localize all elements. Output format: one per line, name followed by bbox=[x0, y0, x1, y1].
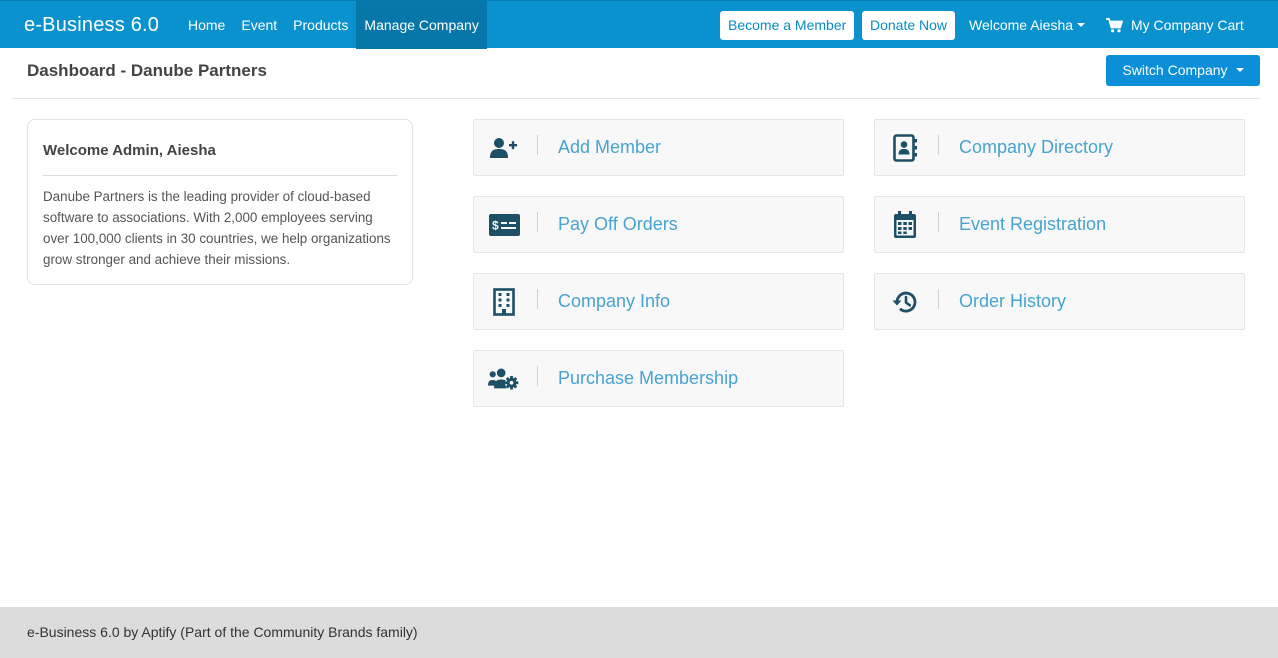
nav-products[interactable]: Products bbox=[285, 1, 356, 49]
nav-home[interactable]: Home bbox=[180, 1, 233, 49]
company-cart-link[interactable]: My Company Cart bbox=[1106, 1, 1244, 49]
top-navbar: e-Business 6.0 Home Event Products Manag… bbox=[0, 0, 1278, 49]
tile-separator bbox=[537, 212, 538, 232]
caret-down-icon bbox=[1077, 23, 1086, 28]
nav-manage-company[interactable]: Manage Company bbox=[356, 1, 487, 49]
nav-event[interactable]: Event bbox=[233, 1, 285, 49]
tile-separator bbox=[537, 366, 538, 386]
tile-label: Event Registration bbox=[959, 214, 1107, 234]
tile-label: Pay Off Orders bbox=[558, 214, 678, 234]
welcome-user-label: Welcome Aiesha bbox=[969, 17, 1074, 33]
page-title: Dashboard - Danube Partners bbox=[27, 61, 267, 80]
tile-separator bbox=[938, 289, 939, 309]
page-footer: e-Business 6.0 by Aptify (Part of the Co… bbox=[0, 607, 1278, 658]
users-cog-icon bbox=[488, 364, 520, 394]
donate-now-button[interactable]: Donate Now bbox=[862, 11, 956, 40]
tile-company-directory[interactable]: Company Directory bbox=[874, 119, 1245, 176]
svg-text:$: $ bbox=[492, 219, 499, 233]
become-member-button[interactable]: Become a Member bbox=[720, 11, 855, 40]
switch-company-button[interactable]: Switch Company bbox=[1106, 55, 1260, 86]
tile-label: Add Member bbox=[558, 137, 662, 157]
money-check-icon: $ bbox=[488, 210, 520, 240]
tile-event-registration[interactable]: Event Registration bbox=[874, 196, 1245, 253]
tile-separator bbox=[537, 135, 538, 155]
main-nav: Home Event Products Manage Company bbox=[180, 1, 487, 49]
add-user-icon bbox=[488, 133, 520, 163]
caret-down-icon bbox=[1235, 68, 1244, 73]
tile-order-history[interactable]: Order History bbox=[874, 273, 1245, 330]
tile-label: Order History bbox=[959, 291, 1067, 311]
header-divider bbox=[12, 98, 1260, 99]
address-book-icon bbox=[889, 133, 921, 163]
tile-add-member[interactable]: Add Member bbox=[473, 119, 844, 176]
welcome-card-title: Welcome Admin, Aiesha bbox=[43, 141, 397, 176]
welcome-user-dropdown[interactable]: Welcome Aiesha bbox=[969, 1, 1086, 49]
tile-separator bbox=[537, 289, 538, 309]
history-icon bbox=[889, 287, 921, 317]
welcome-card-text: Danube Partners is the leading provider … bbox=[43, 189, 391, 267]
calendar-icon bbox=[889, 210, 921, 240]
tile-label: Purchase Membership bbox=[558, 368, 739, 388]
brand-logo[interactable]: e-Business 6.0 bbox=[24, 1, 159, 49]
cart-icon bbox=[1106, 17, 1123, 32]
footer-text: e-Business 6.0 by Aptify (Part of the Co… bbox=[27, 624, 418, 640]
welcome-card: Welcome Admin, Aiesha Danube Partners is… bbox=[27, 119, 413, 285]
tile-label: Company Info bbox=[558, 291, 671, 311]
cart-label: My Company Cart bbox=[1131, 17, 1244, 33]
tile-separator bbox=[938, 135, 939, 155]
tile-label: Company Directory bbox=[959, 137, 1114, 157]
switch-company-label: Switch Company bbox=[1122, 62, 1228, 78]
tile-company-info[interactable]: Company Info bbox=[473, 273, 844, 330]
tile-pay-off-orders[interactable]: $ Pay Off Orders bbox=[473, 196, 844, 253]
tile-purchase-membership[interactable]: Purchase Membership bbox=[473, 350, 844, 407]
tile-separator bbox=[938, 212, 939, 232]
building-icon bbox=[488, 287, 520, 317]
